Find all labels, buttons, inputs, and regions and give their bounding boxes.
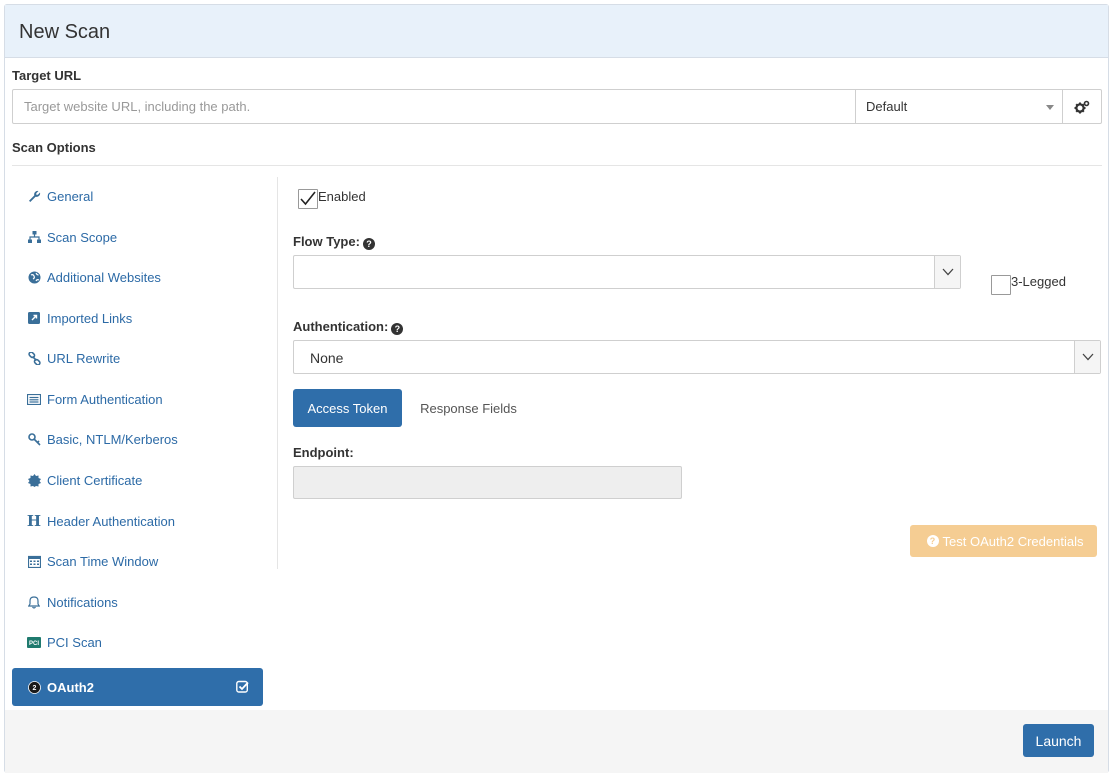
sidebar-item-label: General <box>47 188 94 204</box>
sidebar-item-label: Scan Time Window <box>47 553 159 569</box>
three-legged-checkbox[interactable] <box>991 275 1011 295</box>
link-icon <box>27 351 41 365</box>
key-icon <box>27 432 41 446</box>
sidebar-item-header-authentication[interactable]: H Header Authentication <box>12 502 263 540</box>
divider <box>12 165 1102 166</box>
sidebar-item-scan-time-window[interactable]: Scan Time Window <box>12 542 263 580</box>
target-url-input[interactable] <box>13 90 855 123</box>
checkmark-icon <box>300 191 316 206</box>
flow-type-label: Flow Type:? <box>293 234 375 250</box>
new-scan-panel: New Scan Target URL Default Scan Options <box>4 4 1109 773</box>
chevron-down-icon <box>1074 341 1100 373</box>
test-oauth2-credentials-button[interactable]: ? Test OAuth2 Credentials <box>910 525 1097 557</box>
authentication-value: None <box>310 350 344 366</box>
authentication-label: Authentication:? <box>293 319 404 335</box>
sidebar-item-pci-scan[interactable]: PCI PCI Scan <box>12 623 263 661</box>
tab-response-fields[interactable]: Response Fields <box>410 389 527 427</box>
page-title: New Scan <box>19 21 111 43</box>
check-square-icon <box>236 680 249 696</box>
tab-access-token[interactable]: Access Token <box>293 389 402 427</box>
sidebar-item-oauth2[interactable]: 2 OAuth2 <box>12 668 263 706</box>
sidebar-item-basic-ntlm-kerberos[interactable]: Basic, NTLM/Kerberos <box>12 420 263 458</box>
question-circle-icon: ? <box>926 535 939 547</box>
globe-icon <box>27 270 41 284</box>
three-legged-label: 3-Legged <box>1011 274 1066 289</box>
sidebar-item-label: OAuth2 <box>47 679 94 695</box>
sidebar-item-label: Scan Scope <box>47 229 118 245</box>
endpoint-label: Endpoint: <box>293 445 354 460</box>
flow-type-select[interactable] <box>293 255 961 289</box>
sidebar-item-label: Client Certificate <box>47 472 143 488</box>
caret-down-icon <box>1046 105 1054 110</box>
scan-profile-select[interactable]: Default <box>855 90 1062 123</box>
oauth2-icon: 2 <box>27 680 41 694</box>
sidebar-item-url-rewrite[interactable]: URL Rewrite <box>12 339 263 377</box>
external-link-icon <box>27 311 41 325</box>
gears-icon <box>1074 100 1090 113</box>
list-icon <box>27 392 41 406</box>
sidebar-item-client-certificate[interactable]: Client Certificate <box>12 461 263 499</box>
panel-header: New Scan <box>5 5 1108 58</box>
sidebar-item-label: Additional Websites <box>47 269 161 285</box>
pci-icon: PCI <box>27 635 41 649</box>
scan-profile-value: Default <box>866 99 908 114</box>
chevron-down-icon <box>934 256 960 288</box>
bell-icon <box>27 595 41 609</box>
svg-text:PCI: PCI <box>29 641 39 647</box>
panel-footer: Launch <box>5 710 1108 773</box>
flow-type-label-text: Flow Type: <box>293 234 360 249</box>
scan-options-label: Scan Options <box>12 140 96 155</box>
header-icon: H <box>26 512 42 530</box>
sidebar-item-label: PCI Scan <box>47 634 102 650</box>
calendar-icon <box>27 554 41 568</box>
target-url-group: Default <box>12 89 1102 124</box>
sidebar-item-label: URL Rewrite <box>47 350 121 366</box>
svg-text:2: 2 <box>32 685 36 692</box>
test-button-label: Test OAuth2 Credentials <box>942 533 1084 549</box>
question-circle-icon[interactable]: ? <box>362 238 375 250</box>
sidebar-item-additional-websites[interactable]: Additional Websites <box>12 258 263 296</box>
sidebar-item-general[interactable]: General <box>12 177 263 215</box>
endpoint-input[interactable] <box>293 466 682 499</box>
question-circle-icon[interactable]: ? <box>391 323 404 335</box>
sidebar-item-label: Imported Links <box>47 310 133 326</box>
certificate-icon <box>27 473 41 487</box>
sitemap-icon <box>27 230 41 244</box>
vertical-divider <box>277 177 278 569</box>
wrench-icon <box>27 189 41 203</box>
enabled-label: Enabled <box>318 189 366 204</box>
launch-button[interactable]: Launch <box>1023 724 1094 757</box>
sidebar-item-label: Basic, NTLM/Kerberos <box>47 431 178 447</box>
authentication-label-text: Authentication: <box>293 319 389 334</box>
sidebar-item-label: Header Authentication <box>47 513 175 529</box>
profile-settings-button[interactable] <box>1062 90 1101 123</box>
sidebar-item-form-authentication[interactable]: Form Authentication <box>12 380 263 418</box>
sidebar-item-imported-links[interactable]: Imported Links <box>12 299 263 337</box>
sidebar-item-notifications[interactable]: Notifications <box>12 583 263 621</box>
sidebar-item-label: Notifications <box>47 594 118 610</box>
target-url-label: Target URL <box>12 68 82 83</box>
authentication-select[interactable]: None <box>293 340 1101 374</box>
sidebar-item-label: Form Authentication <box>47 391 163 407</box>
enabled-checkbox[interactable] <box>298 189 318 209</box>
sidebar-item-scan-scope[interactable]: Scan Scope <box>12 218 263 256</box>
